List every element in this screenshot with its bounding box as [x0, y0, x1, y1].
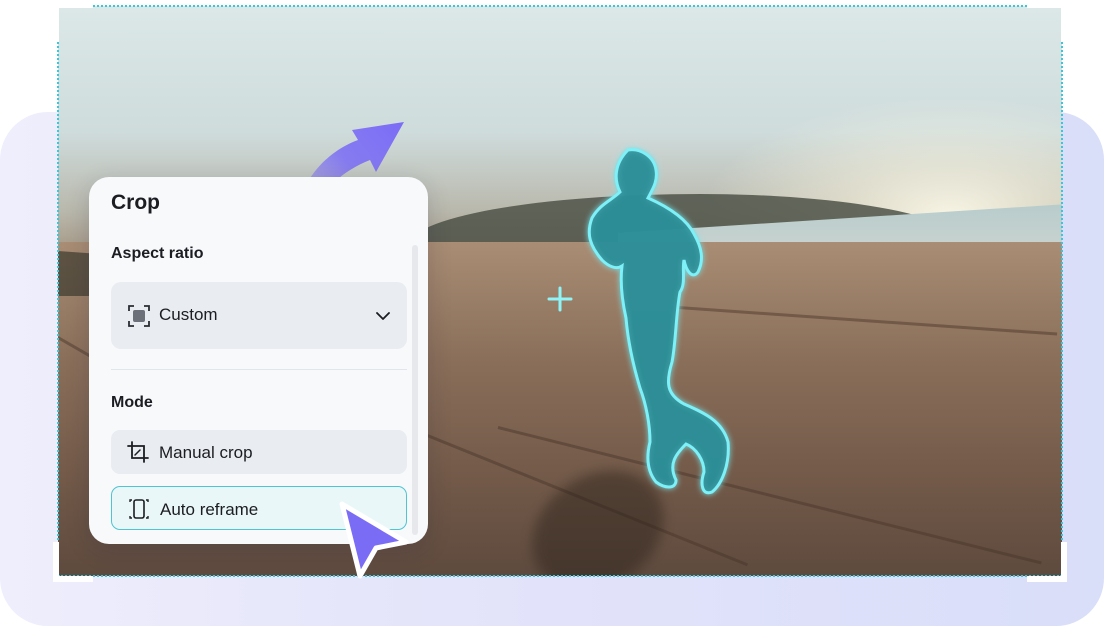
aspect-ratio-value: Custom: [159, 305, 218, 324]
manual-crop-label: Manual crop: [159, 443, 253, 462]
crop-border-right: [1061, 6, 1063, 576]
auto-reframe-label: Auto reframe: [160, 500, 259, 519]
mode-label: Mode: [111, 394, 153, 411]
chevron-down-icon: [376, 312, 390, 320]
crop-handle-top-left[interactable]: [53, 2, 93, 42]
crop-handle-bottom-right[interactable]: [1027, 542, 1067, 582]
crop-border-left: [57, 6, 59, 576]
reframe-icon: [129, 499, 149, 519]
runner-subject-highlight: [587, 148, 730, 495]
pointer-cursor-icon: [339, 501, 409, 579]
aspect-ratio-label: Aspect ratio: [111, 245, 204, 262]
aspect-custom-icon: [128, 305, 150, 327]
divider: [111, 369, 407, 370]
panel-title: Crop: [111, 191, 160, 214]
aspect-ratio-select[interactable]: Custom: [111, 282, 407, 349]
crop-handle-top-right[interactable]: [1027, 2, 1067, 42]
crop-border-top: [58, 5, 1062, 7]
manual-crop-button[interactable]: Manual crop: [111, 430, 407, 474]
crop-border-bottom: [58, 575, 1062, 577]
crosshair-icon[interactable]: [547, 286, 573, 312]
crop-panel: Crop Aspect ratio Custom Mode Manual cro…: [89, 177, 428, 544]
crop-icon: [127, 441, 149, 463]
crop-handle-bottom-left[interactable]: [53, 542, 93, 582]
panel-scrollbar[interactable]: [412, 245, 418, 535]
